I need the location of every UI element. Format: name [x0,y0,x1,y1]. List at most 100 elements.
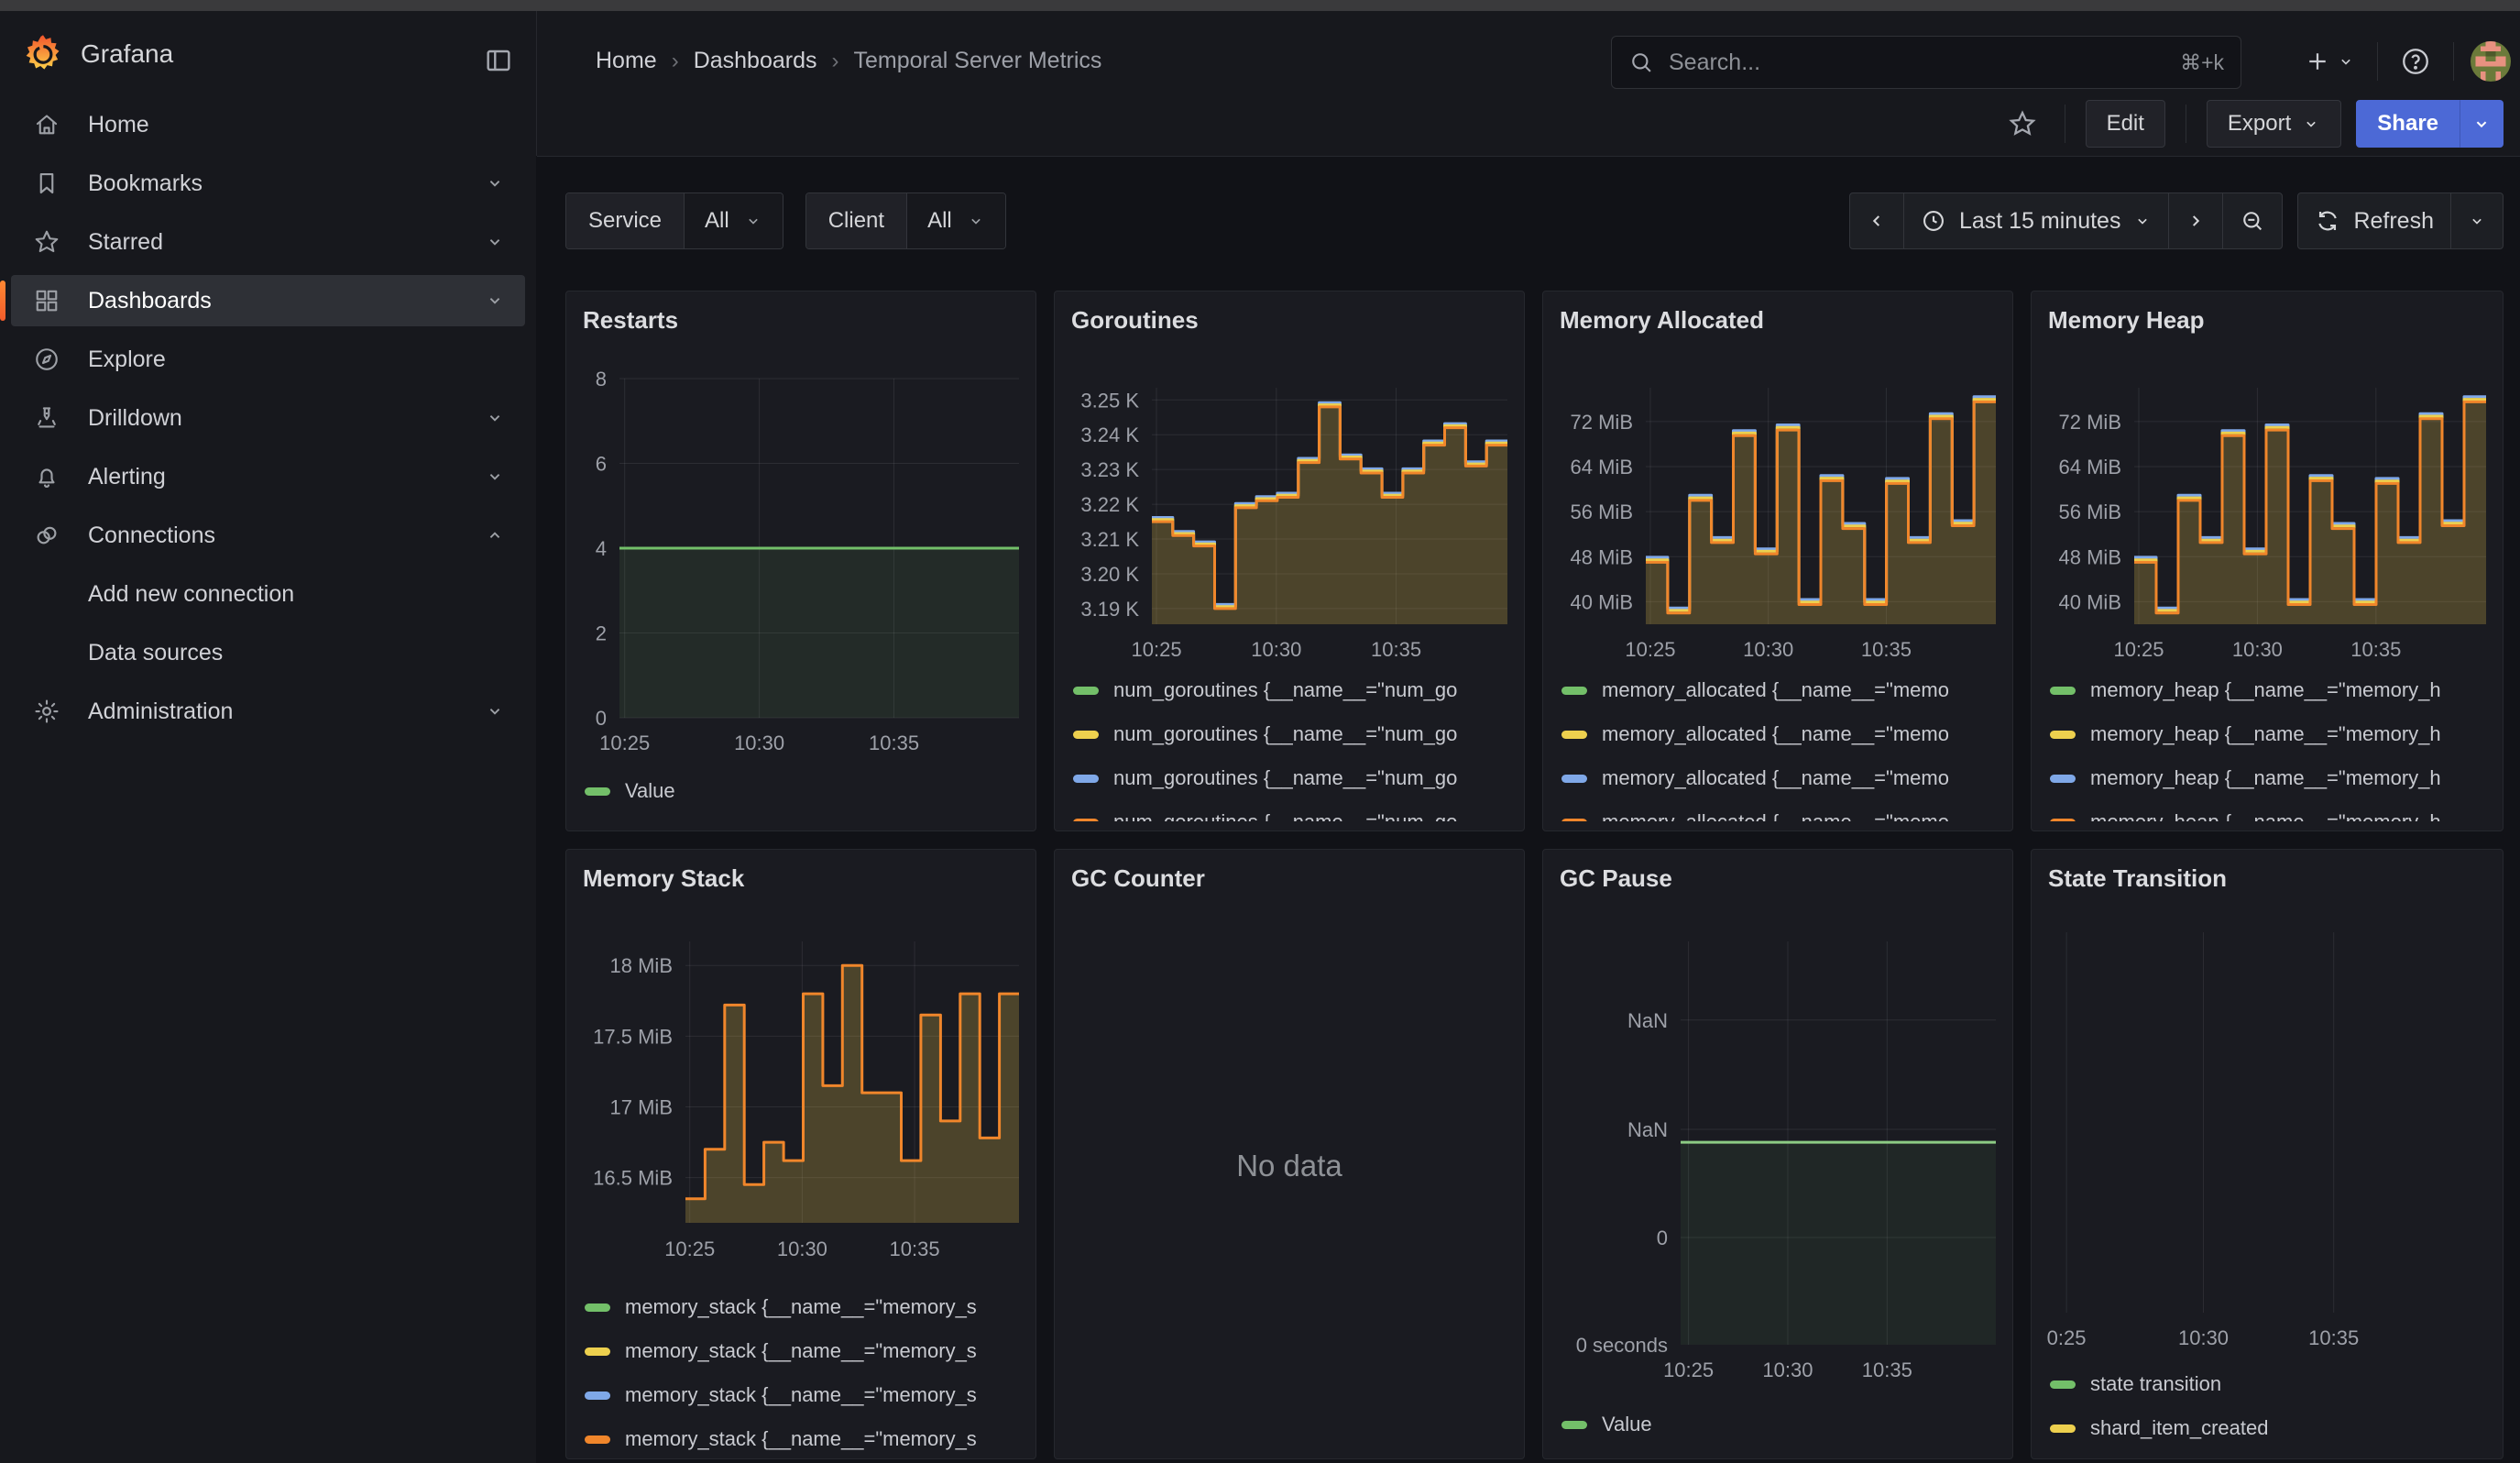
legend-color-swatch [585,787,610,796]
time-forward-button[interactable] [2168,192,2223,249]
zoom-out-button[interactable] [2222,192,2283,249]
legend-item[interactable]: memory_heap {__name__="memory_h [2050,676,2490,704]
sidebar-item-drilldown[interactable]: Drilldown [11,392,525,444]
sidebar-item-connections[interactable]: Connections [11,510,525,561]
chevron-down-icon[interactable] [485,291,505,311]
legend-item[interactable]: memory_allocated {__name__="memo [1561,808,2000,821]
panel-goroutines: Goroutines10:2510:3010:353.25 K3.24 K3.2… [1054,291,1525,831]
panel-title[interactable]: GC Counter [1071,864,1205,893]
legend-item[interactable]: memory_stack {__name__="memory_s [585,1337,1023,1365]
legend-item[interactable]: memory_stack {__name__="memory_s [585,1293,1023,1321]
chevron-down-icon[interactable] [485,467,505,487]
share-menu-button[interactable] [2460,100,2504,148]
svg-text:0: 0 [596,707,607,730]
sidebar-item-alerting[interactable]: Alerting [11,451,525,502]
legend-item[interactable]: memory_allocated {__name__="memo [1561,764,2000,792]
chevron-down-icon[interactable] [485,173,505,193]
panel-title[interactable]: Memory Heap [2048,306,2205,335]
share-button[interactable]: Share [2356,100,2460,148]
svg-text:10:25: 10:25 [2113,638,2164,661]
legend-item[interactable]: memory_stack {__name__="memory_s [585,1425,1023,1453]
refresh-interval-button[interactable] [2450,192,2504,249]
chart-state-transition[interactable]: 0:2510:3010:35 [2032,850,2503,1458]
panel-gc-pause: GC Pause10:2510:3010:35NaNNaN00 secondsV… [1542,849,2013,1459]
user-avatar[interactable] [2471,41,2511,82]
time-range-label: Last 15 minutes [1959,208,2121,235]
svg-text:10:30: 10:30 [1743,638,1793,661]
svg-text:10:25: 10:25 [1663,1358,1714,1381]
legend-label: memory_heap {__name__="memory_h [2090,678,2441,702]
brand: Grafana [22,33,173,75]
sidebar-item-starred[interactable]: Starred [11,216,525,268]
help-button[interactable] [2394,40,2437,82]
breadcrumb-dashboards[interactable]: Dashboards [694,48,817,74]
panel-legend: state transition shard_item_created [2050,1370,2490,1458]
chevron-down-icon[interactable] [485,408,505,428]
time-back-button[interactable] [1849,192,1904,249]
chevron-down-icon[interactable] [485,232,505,252]
legend-item[interactable]: memory_heap {__name__="memory_h [2050,764,2490,792]
refresh-button[interactable]: Refresh [2297,192,2451,249]
sidebar-item-label: Connections [88,522,485,549]
panel-title[interactable]: State Transition [2048,864,2227,893]
legend-item[interactable]: num_goroutines {__name__="num_go [1073,720,1511,748]
search-input[interactable] [1667,49,2167,77]
legend-item[interactable]: memory_allocated {__name__="memo [1561,676,2000,704]
chart-restarts[interactable]: 10:2510:3010:3586420 [566,292,1035,830]
svg-text:10:35: 10:35 [2350,638,2401,661]
legend-item[interactable]: Value [1561,1411,2000,1438]
chart-gc-pause[interactable]: 10:2510:3010:35NaNNaN00 seconds [1543,850,2012,1458]
legend-item[interactable]: shard_item_created [2050,1414,2490,1442]
svg-text:3.25 K: 3.25 K [1080,389,1139,412]
legend-item[interactable]: num_goroutines {__name__="num_go [1073,764,1511,792]
sidebar-item-explore[interactable]: Explore [11,334,525,385]
panel-title[interactable]: Memory Stack [583,864,744,893]
client-filter-label: Client [806,193,907,248]
legend-label: Value [625,779,675,803]
sidebar-item-bookmarks[interactable]: Bookmarks [11,158,525,209]
legend-item[interactable]: num_goroutines {__name__="num_go [1073,808,1511,821]
sidebar-item-add-new-connection[interactable]: Add new connection [11,568,525,620]
client-filter-selected: All [927,208,952,234]
bookmark-icon [33,170,60,197]
panel-title[interactable]: GC Pause [1560,864,1672,893]
time-range-picker[interactable]: Last 15 minutes [1903,192,2170,249]
sidebar-item-administration[interactable]: Administration [11,686,525,737]
export-button[interactable]: Export [2207,100,2341,148]
breadcrumb-current: Temporal Server Metrics [854,48,1102,74]
sidebar-item-dashboards[interactable]: Dashboards [11,275,525,326]
panel-title[interactable]: Memory Allocated [1560,306,1764,335]
client-filter-value[interactable]: All [907,193,1005,248]
add-button[interactable] [2298,42,2361,81]
legend-item[interactable]: memory_stack {__name__="memory_s [585,1381,1023,1409]
service-filter-selected: All [705,208,729,234]
chevron-down-icon[interactable] [485,701,505,721]
panel-title[interactable]: Restarts [583,306,678,335]
drilldown-icon [33,404,60,432]
service-filter-value[interactable]: All [685,193,783,248]
legend-item[interactable]: memory_heap {__name__="memory_h [2050,808,2490,821]
header-divider [2377,42,2378,81]
apps-icon [33,287,60,314]
chevron-up-icon[interactable] [485,525,505,545]
variable-filters: Service All Client All [565,192,1006,249]
sidebar-toggle-icon[interactable] [484,46,513,75]
search-box[interactable]: ⌘+k [1611,36,2241,89]
sidebar-item-home[interactable]: Home [11,99,525,150]
legend-item[interactable]: memory_heap {__name__="memory_h [2050,720,2490,748]
edit-button[interactable]: Edit [2086,100,2165,148]
legend-item[interactable]: Value [585,777,1023,805]
svg-text:10:35: 10:35 [869,732,919,754]
legend-label: memory_allocated {__name__="memo [1602,678,1949,702]
svg-text:10:25: 10:25 [599,732,650,754]
legend-item[interactable]: memory_allocated {__name__="memo [1561,720,2000,748]
legend-item[interactable]: state transition [2050,1370,2490,1398]
grafana-app: Grafana Home › Dashboards › Temporal Ser… [0,0,2520,1463]
breadcrumb-home[interactable]: Home [596,48,657,74]
panel-title[interactable]: Goroutines [1071,306,1199,335]
legend-item[interactable]: num_goroutines {__name__="num_go [1073,676,1511,704]
svg-text:NaN: NaN [1627,1009,1668,1032]
panel-memory-allocated: Memory Allocated10:2510:3010:3572 MiB64 … [1542,291,2013,831]
sidebar-item-data-sources[interactable]: Data sources [11,627,525,678]
favorite-star-button[interactable] [2000,100,2044,148]
